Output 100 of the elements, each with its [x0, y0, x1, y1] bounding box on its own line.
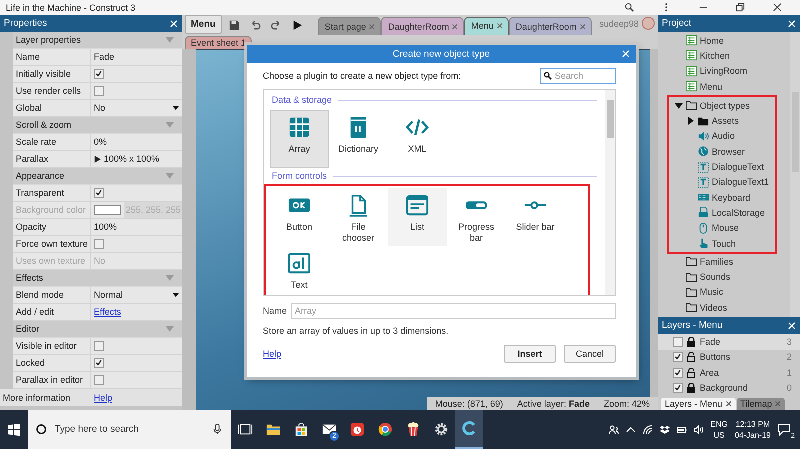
- task-view-icon[interactable]: [238, 422, 252, 437]
- layer-row[interactable]: Background 0: [658, 380, 800, 396]
- tree-item[interactable]: Keyboard: [712, 192, 751, 203]
- plugin-tile[interactable]: Button: [270, 188, 329, 246]
- effects-link[interactable]: Effects: [94, 307, 122, 317]
- document-tab[interactable]: Menu: [464, 17, 509, 35]
- plugin-tile[interactable]: Text: [270, 246, 329, 295]
- tree-item[interactable]: Mouse: [712, 223, 740, 234]
- tree-item[interactable]: Assets: [712, 116, 740, 126]
- gear-icon[interactable]: [434, 422, 448, 437]
- tree-item[interactable]: Touch: [712, 238, 736, 248]
- people-icon[interactable]: [608, 424, 619, 434]
- layer-row[interactable]: Area 1: [658, 365, 800, 380]
- help-link[interactable]: Help: [94, 392, 182, 402]
- panel-tab[interactable]: Tilemap: [736, 398, 786, 410]
- tree-item[interactable]: Menu: [700, 82, 723, 92]
- layer-row[interactable]: Buttons 2: [658, 350, 800, 365]
- folder-icon[interactable]: [266, 422, 280, 437]
- tree-item[interactable]: DialogueText1: [712, 177, 770, 188]
- language-indicator[interactable]: US: [714, 430, 725, 440]
- microphone-icon[interactable]: [212, 424, 223, 435]
- document-tab[interactable]: DaughterRoom: [381, 17, 464, 35]
- group-heading: Data & storage: [272, 95, 332, 105]
- search-field[interactable]: Search: [540, 68, 616, 84]
- document-tab[interactable]: Start page: [318, 17, 382, 35]
- plugin-tile[interactable]: XML: [388, 110, 447, 168]
- scrollbar[interactable]: [605, 90, 615, 295]
- play-icon[interactable]: [292, 20, 303, 31]
- plugin-tile[interactable]: Progress bar: [447, 188, 506, 246]
- panel-tab[interactable]: Layers - Menu: [661, 398, 736, 410]
- speaker-icon[interactable]: [694, 424, 704, 434]
- redo-icon[interactable]: [270, 20, 282, 31]
- tree-item[interactable]: Browser: [712, 146, 746, 157]
- cancel-button[interactable]: Cancel: [564, 345, 616, 363]
- checkbox[interactable]: [673, 368, 683, 378]
- help-link[interactable]: Help: [263, 349, 282, 359]
- windows-icon[interactable]: [8, 424, 20, 436]
- checkbox[interactable]: [94, 86, 104, 96]
- tree-item[interactable]: LivingRoom: [700, 66, 748, 76]
- restore-icon[interactable]: [736, 3, 745, 12]
- caret-up-icon[interactable]: [626, 424, 636, 434]
- tree-item[interactable]: Sounds: [700, 272, 731, 282]
- checkbox[interactable]: [94, 239, 104, 249]
- popcorn-icon[interactable]: [406, 422, 420, 437]
- hand-icon: [698, 238, 709, 249]
- checkbox[interactable]: [673, 352, 683, 362]
- shopping-bag-icon[interactable]: [294, 422, 308, 437]
- unlocked-icon[interactable]: [687, 352, 696, 362]
- checkbox[interactable]: [94, 188, 104, 198]
- plugin-tile[interactable]: Array: [270, 110, 329, 168]
- checkbox[interactable]: [94, 375, 104, 385]
- name-field[interactable]: Array: [291, 303, 616, 319]
- checkbox[interactable]: [94, 358, 104, 368]
- wifi-icon[interactable]: [642, 424, 653, 434]
- scrollbar[interactable]: [790, 32, 800, 317]
- app-icon[interactable]: [350, 422, 364, 437]
- app-logo-icon[interactable]: [462, 421, 476, 436]
- layer-row[interactable]: Fade 3: [658, 334, 800, 350]
- insert-button[interactable]: Insert: [504, 345, 556, 363]
- tree-item[interactable]: DialogueText: [712, 162, 764, 172]
- checkbox[interactable]: [94, 69, 104, 79]
- undo-icon[interactable]: [250, 20, 261, 31]
- lock-icon[interactable]: [687, 336, 696, 347]
- box-icon[interactable]: [660, 424, 670, 434]
- plugin-tile[interactable]: List: [388, 188, 447, 246]
- save-icon[interactable]: [228, 20, 240, 31]
- tree-item[interactable]: Families: [700, 256, 734, 267]
- property-value[interactable]: No: [94, 103, 106, 113]
- close-icon[interactable]: [773, 3, 782, 12]
- checkbox[interactable]: [94, 341, 104, 351]
- menu-button[interactable]: Menu: [185, 15, 222, 34]
- language-indicator[interactable]: ENG: [710, 418, 728, 430]
- tree-item[interactable]: Object types: [700, 100, 750, 111]
- tree-item[interactable]: Videos: [700, 302, 728, 313]
- document-tab[interactable]: Event sheet 1: [185, 36, 252, 49]
- tree-item[interactable]: Music: [700, 287, 724, 298]
- property-label: Add / edit: [13, 304, 91, 320]
- tree-item[interactable]: Home: [700, 36, 724, 46]
- round-logo-icon[interactable]: [378, 422, 392, 437]
- property-value[interactable]: Normal: [94, 290, 124, 300]
- notification-icon[interactable]: [778, 422, 791, 436]
- plugin-description: Store an array of values in up to 3 dimensions.: [263, 326, 450, 336]
- zoom-icon[interactable]: [625, 3, 634, 12]
- unlocked-icon[interactable]: [687, 368, 696, 378]
- tree-item[interactable]: LocalStorage: [712, 208, 766, 218]
- tree-item[interactable]: Kitchen: [700, 50, 730, 61]
- taskbar-search-field[interactable]: Type here to search: [28, 410, 231, 449]
- lock-icon[interactable]: [687, 383, 696, 394]
- battery-icon[interactable]: [676, 424, 687, 434]
- clock-date[interactable]: 04-Jan-19: [734, 430, 771, 440]
- close-icon[interactable]: [726, 401, 732, 407]
- checkbox[interactable]: [673, 383, 683, 394]
- plugin-tile[interactable]: File chooser: [329, 188, 388, 246]
- clock-time[interactable]: 12:13 PM: [736, 418, 770, 430]
- document-tab[interactable]: DaughterRoom: [508, 17, 592, 35]
- checkbox[interactable]: [673, 336, 683, 347]
- mail-icon[interactable]: [322, 422, 336, 437]
- tree-item[interactable]: Audio: [712, 131, 736, 142]
- plugin-tile[interactable]: Slider bar: [506, 188, 565, 246]
- plugin-tile[interactable]: Dictionary: [329, 110, 388, 168]
